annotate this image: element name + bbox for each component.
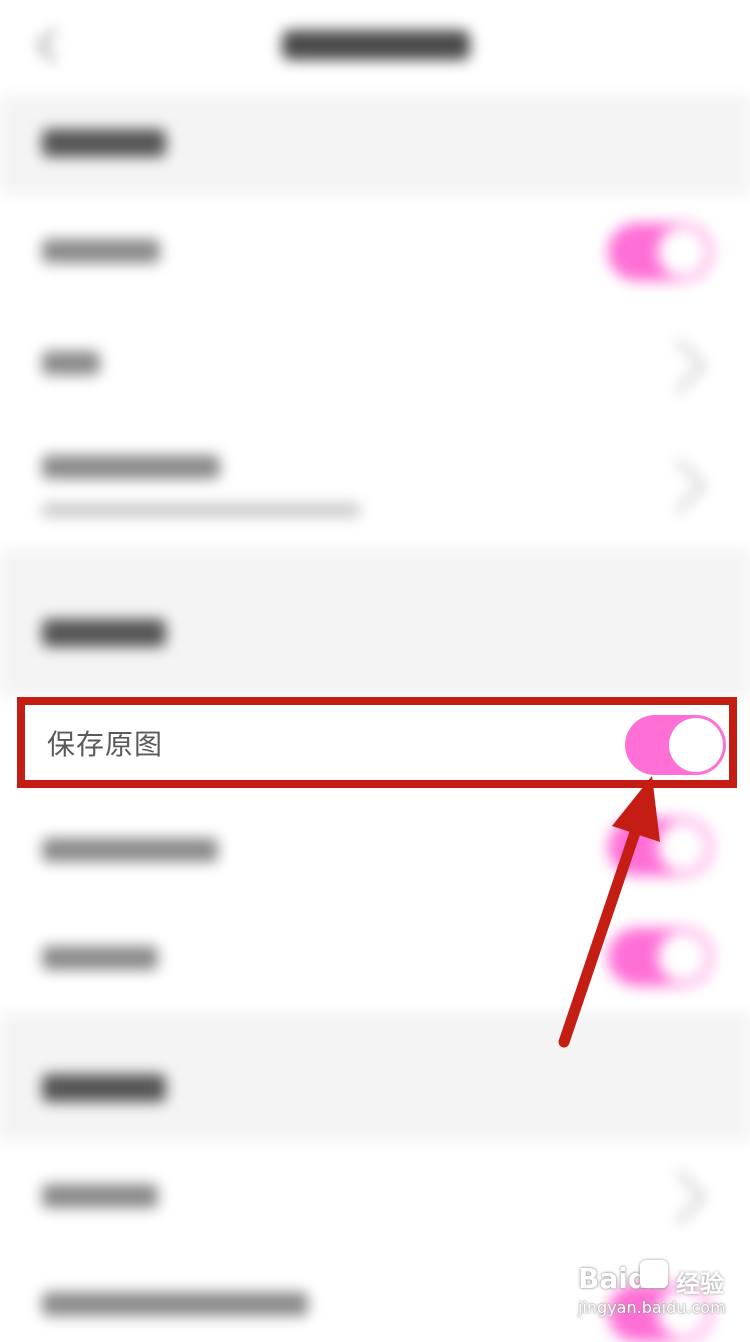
toggle-knob: [669, 718, 723, 772]
settings-row[interactable]: [0, 1142, 750, 1254]
save-original-toggle[interactable]: [625, 715, 726, 775]
save-original-highlight-box: 保存原图: [17, 697, 737, 788]
settings-row[interactable]: [0, 419, 750, 549]
section-header: [0, 1012, 750, 1142]
chevron-right-icon: [652, 1170, 706, 1224]
row-label: [42, 838, 218, 862]
row-label: [42, 1184, 158, 1208]
toggle-switch[interactable]: [608, 818, 712, 876]
baidu-jingyan-watermark: Baidu 经验 jingyan.baidu.com: [578, 1260, 728, 1330]
toggle-switch[interactable]: [608, 223, 712, 281]
section-label: [42, 129, 166, 157]
row-label: [42, 946, 158, 970]
settings-row[interactable]: [0, 900, 750, 1012]
toggle-switch[interactable]: [608, 928, 712, 986]
settings-row[interactable]: [0, 788, 750, 900]
watermark-brand-cn: 经验: [676, 1270, 724, 1298]
section-label: [42, 619, 166, 647]
settings-row[interactable]: [0, 307, 750, 419]
section-header: [0, 95, 750, 195]
row-description: [42, 503, 360, 517]
row-label: [42, 351, 100, 375]
save-original-label: 保存原图: [47, 728, 164, 761]
chevron-right-icon: [652, 459, 706, 513]
page-title: [282, 30, 470, 60]
section-label: [42, 1074, 166, 1102]
paw-icon: [640, 1260, 668, 1288]
blurred-settings-screen: [0, 0, 750, 1342]
navigation-bar: [0, 0, 750, 95]
watermark-url: jingyan.baidu.com: [578, 1298, 726, 1317]
row-label: [42, 1292, 308, 1316]
section-header: [0, 549, 750, 697]
back-icon[interactable]: [37, 29, 70, 62]
settings-row[interactable]: [0, 195, 750, 307]
row-label: [42, 239, 160, 263]
chevron-right-icon: [652, 339, 706, 393]
row-label: [42, 455, 220, 479]
